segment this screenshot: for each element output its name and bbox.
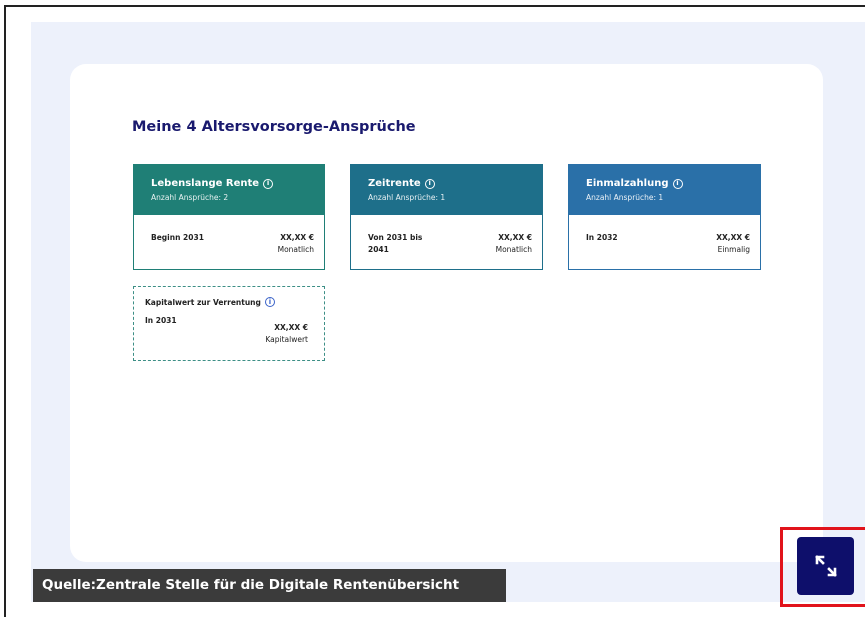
info-icon[interactable]: i (264, 297, 275, 307)
claim-card-body: In 2032 XX,XX € Einmalig (569, 215, 760, 254)
claim-title: Einmalzahlung (586, 178, 669, 189)
claim-card-einmalzahlung[interactable]: Einmalzahlung i Anzahl Ansprüche: 1 In 2… (568, 164, 761, 270)
claim-period: Monatlich (277, 245, 314, 254)
info-icon[interactable]: i (672, 178, 683, 189)
claim-title: Lebenslange Rente (151, 178, 260, 189)
capital-amount: XX,XX € (274, 323, 308, 332)
claim-amount: XX,XX € (716, 233, 750, 242)
expand-button[interactable] (797, 537, 854, 595)
claim-card-header: Lebenslange Rente i Anzahl Ansprüche: 2 (134, 165, 324, 215)
info-icon[interactable]: i (424, 178, 435, 189)
claim-count: Anzahl Ansprüche: 1 (368, 193, 446, 202)
claim-period: Monatlich (495, 245, 532, 254)
claim-count: Anzahl Ansprüche: 2 (151, 193, 229, 202)
claim-period: Einmalig (717, 245, 750, 254)
claim-card-lebenslange-rente[interactable]: Lebenslange Rente i Anzahl Ansprüche: 2 … (133, 164, 325, 270)
claim-amount: XX,XX € (280, 233, 314, 242)
claim-card-header: Zeitrente i Anzahl Ansprüche: 1 (351, 165, 542, 215)
capital-label: Kapitalwert (265, 335, 308, 344)
capital-title: Kapitalwert zur Verrentung (145, 297, 261, 307)
claim-date-line2: 2041 (368, 245, 389, 254)
claim-date-line1: Von 2031 bis (368, 233, 423, 242)
claim-card-header: Einmalzahlung i Anzahl Ansprüche: 1 (569, 165, 760, 215)
claim-card-zeitrente[interactable]: Zeitrente i Anzahl Ansprüche: 1 Von 2031… (350, 164, 543, 270)
capital-value-card[interactable]: Kapitalwert zur Verrentung i In 2031 XX,… (133, 286, 325, 361)
claim-amount: XX,XX € (498, 233, 532, 242)
claim-card-body: Von 2031 bis 2041 XX,XX € Monatlich (351, 215, 542, 256)
info-icon[interactable]: i (263, 178, 274, 189)
section-heading: Meine 4 Altersvorsorge-Ansprüche (132, 119, 416, 135)
expand-icon (814, 555, 837, 577)
claim-count: Anzahl Ansprüche: 1 (586, 193, 664, 202)
source-caption: Quelle:Zentrale Stelle für die Digitale … (33, 569, 506, 602)
claim-title: Zeitrente (368, 178, 421, 189)
claim-card-body: Beginn 2031 XX,XX € Monatlich (134, 215, 324, 254)
